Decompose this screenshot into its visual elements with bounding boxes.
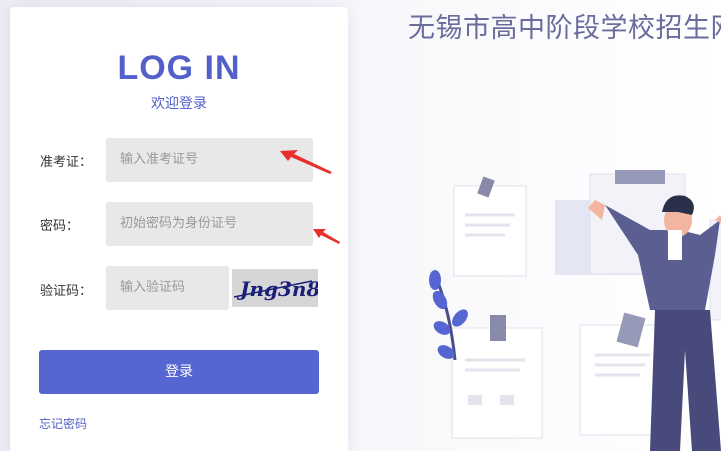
- captcha-image[interactable]: Jng3n8: [232, 269, 318, 307]
- illustration-clip: [490, 315, 506, 341]
- illustration-paper: [451, 327, 543, 439]
- exam-id-label: 准考证：: [40, 155, 93, 170]
- captcha-text: Jng3n8: [236, 277, 318, 301]
- captcha-input[interactable]: 输入验证码: [106, 266, 229, 310]
- login-button[interactable]: 登录: [39, 350, 319, 394]
- login-card: LOG IN 欢迎登录 准考证： 输入准考证号 密码： 初始密码为身份证号 验证…: [10, 7, 348, 451]
- captcha-label: 验证码：: [40, 284, 93, 299]
- office-illustration: [429, 170, 721, 451]
- login-subtitle: 欢迎登录: [151, 96, 207, 112]
- illustration-paper: [453, 185, 527, 277]
- password-label: 密码：: [40, 219, 80, 234]
- illustration-clip: [615, 170, 665, 184]
- forgot-password-link[interactable]: 忘记密码: [39, 415, 87, 432]
- login-title: LOG IN: [117, 49, 241, 87]
- login-page: 无锡市高中阶段学校招生网 LOG IN 欢迎登录 准考证： 输入准考证号 密码：…: [0, 0, 721, 451]
- arrow-icon: [280, 150, 332, 174]
- site-title: 无锡市高中阶段学校招生网: [408, 13, 721, 44]
- arrow-icon: [313, 229, 340, 244]
- password-input[interactable]: 初始密码为身份证号: [106, 202, 313, 246]
